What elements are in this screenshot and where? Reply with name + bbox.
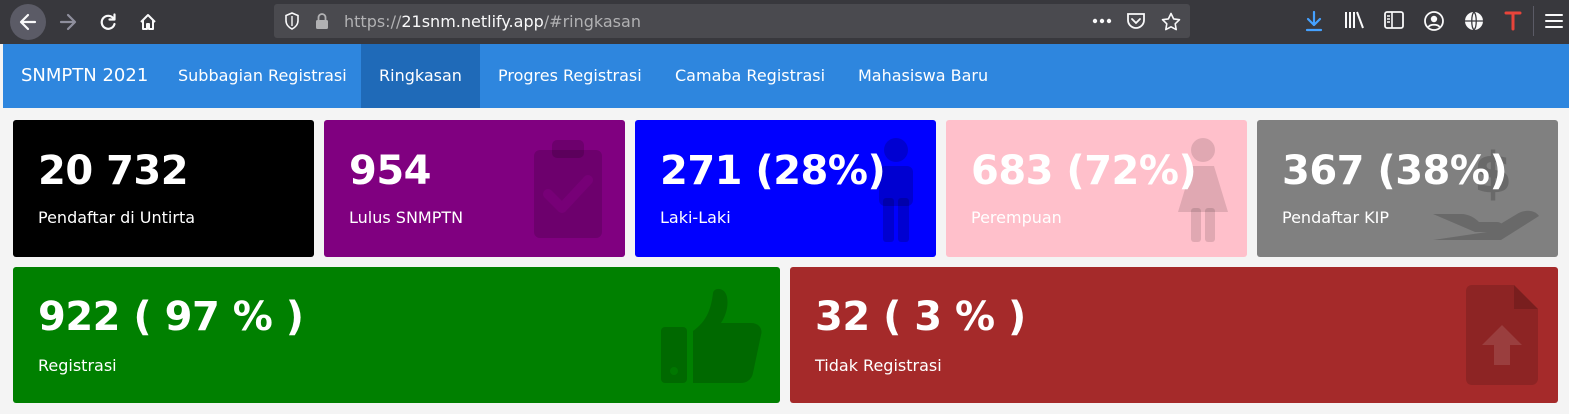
stat-value: 32 ( 3 % ) (815, 294, 1026, 340)
stat-label: Pendaftar KIP (1282, 208, 1389, 227)
stat-label: Lulus SNMPTN (349, 208, 464, 227)
url-text[interactable]: https://21snm.netlify.app/#ringkasan (344, 12, 641, 31)
nav-progres-registrasi[interactable]: Progres Registrasi (480, 44, 660, 108)
back-button[interactable] (10, 4, 46, 40)
globe-icon[interactable] (1463, 10, 1485, 32)
stat-card-lulus: 954 Lulus SNMPTN (324, 120, 625, 257)
stat-value: 954 (349, 148, 432, 194)
file-upload-icon (1466, 285, 1538, 385)
stat-value: 922 ( 97 % ) (38, 294, 304, 340)
pocket-icon[interactable] (1126, 12, 1146, 30)
lock-icon[interactable] (314, 12, 330, 30)
page-actions-icon[interactable] (1092, 18, 1112, 24)
stat-card-kip: $ 367 (38%) Pendaftar KIP (1257, 120, 1558, 257)
browser-toolbar: https://21snm.netlify.app/#ringkasan (0, 0, 1569, 44)
stat-label: Pendaftar di Untirta (38, 208, 196, 227)
forward-button[interactable] (50, 4, 86, 40)
bookmark-star-icon[interactable] (1161, 12, 1181, 31)
extension-t-icon[interactable] (1503, 10, 1523, 32)
stat-card-laki-laki: 271 (28%) Laki-Laki (635, 120, 936, 257)
home-button[interactable] (130, 4, 166, 40)
menu-icon[interactable] (1544, 12, 1564, 30)
thumbs-up-icon (661, 288, 762, 383)
nav-subbagian-registrasi[interactable]: Subbagian Registrasi (160, 44, 365, 108)
stat-label: Perempuan (971, 208, 1062, 227)
stat-value: 271 (28%) (660, 148, 886, 194)
nav-camaba-registrasi[interactable]: Camaba Registrasi (657, 44, 843, 108)
toolbar-divider (1533, 6, 1534, 36)
shield-icon[interactable] (284, 12, 300, 30)
stat-card-registrasi: 922 ( 97 % ) Registrasi (13, 267, 780, 403)
library-icon[interactable] (1343, 10, 1365, 30)
nav-ringkasan[interactable]: Ringkasan (361, 44, 480, 108)
brand-title[interactable]: SNMPTN 2021 (21, 65, 148, 86)
stat-label: Laki-Laki (660, 208, 731, 227)
arrow-left-icon (19, 13, 37, 31)
address-bar[interactable]: https://21snm.netlify.app/#ringkasan (274, 4, 1190, 38)
home-icon (140, 14, 156, 30)
sidebar-icon[interactable] (1383, 10, 1405, 30)
stat-value: 683 (72%) (971, 148, 1197, 194)
clipboard-check-icon (534, 140, 602, 238)
nav-mahasiswa-baru[interactable]: Mahasiswa Baru (840, 44, 1006, 108)
stat-value: 20 732 (38, 148, 189, 194)
stat-label: Tidak Registrasi (815, 356, 942, 375)
reload-icon (100, 13, 116, 30)
stat-value: 367 (38%) (1282, 148, 1508, 194)
stat-label: Registrasi (38, 356, 117, 375)
account-icon[interactable] (1423, 10, 1445, 32)
download-icon[interactable] (1304, 10, 1324, 32)
stat-card-tidak-registrasi: 32 ( 3 % ) Tidak Registrasi (790, 267, 1558, 403)
stat-card-pendaftar: 20 732 Pendaftar di Untirta (13, 120, 314, 257)
app-navbar: SNMPTN 2021 Subbagian Registrasi Ringkas… (3, 44, 1569, 108)
reload-button[interactable] (90, 4, 126, 40)
stat-card-perempuan: 683 (72%) Perempuan (946, 120, 1247, 257)
arrow-right-icon (59, 13, 77, 31)
